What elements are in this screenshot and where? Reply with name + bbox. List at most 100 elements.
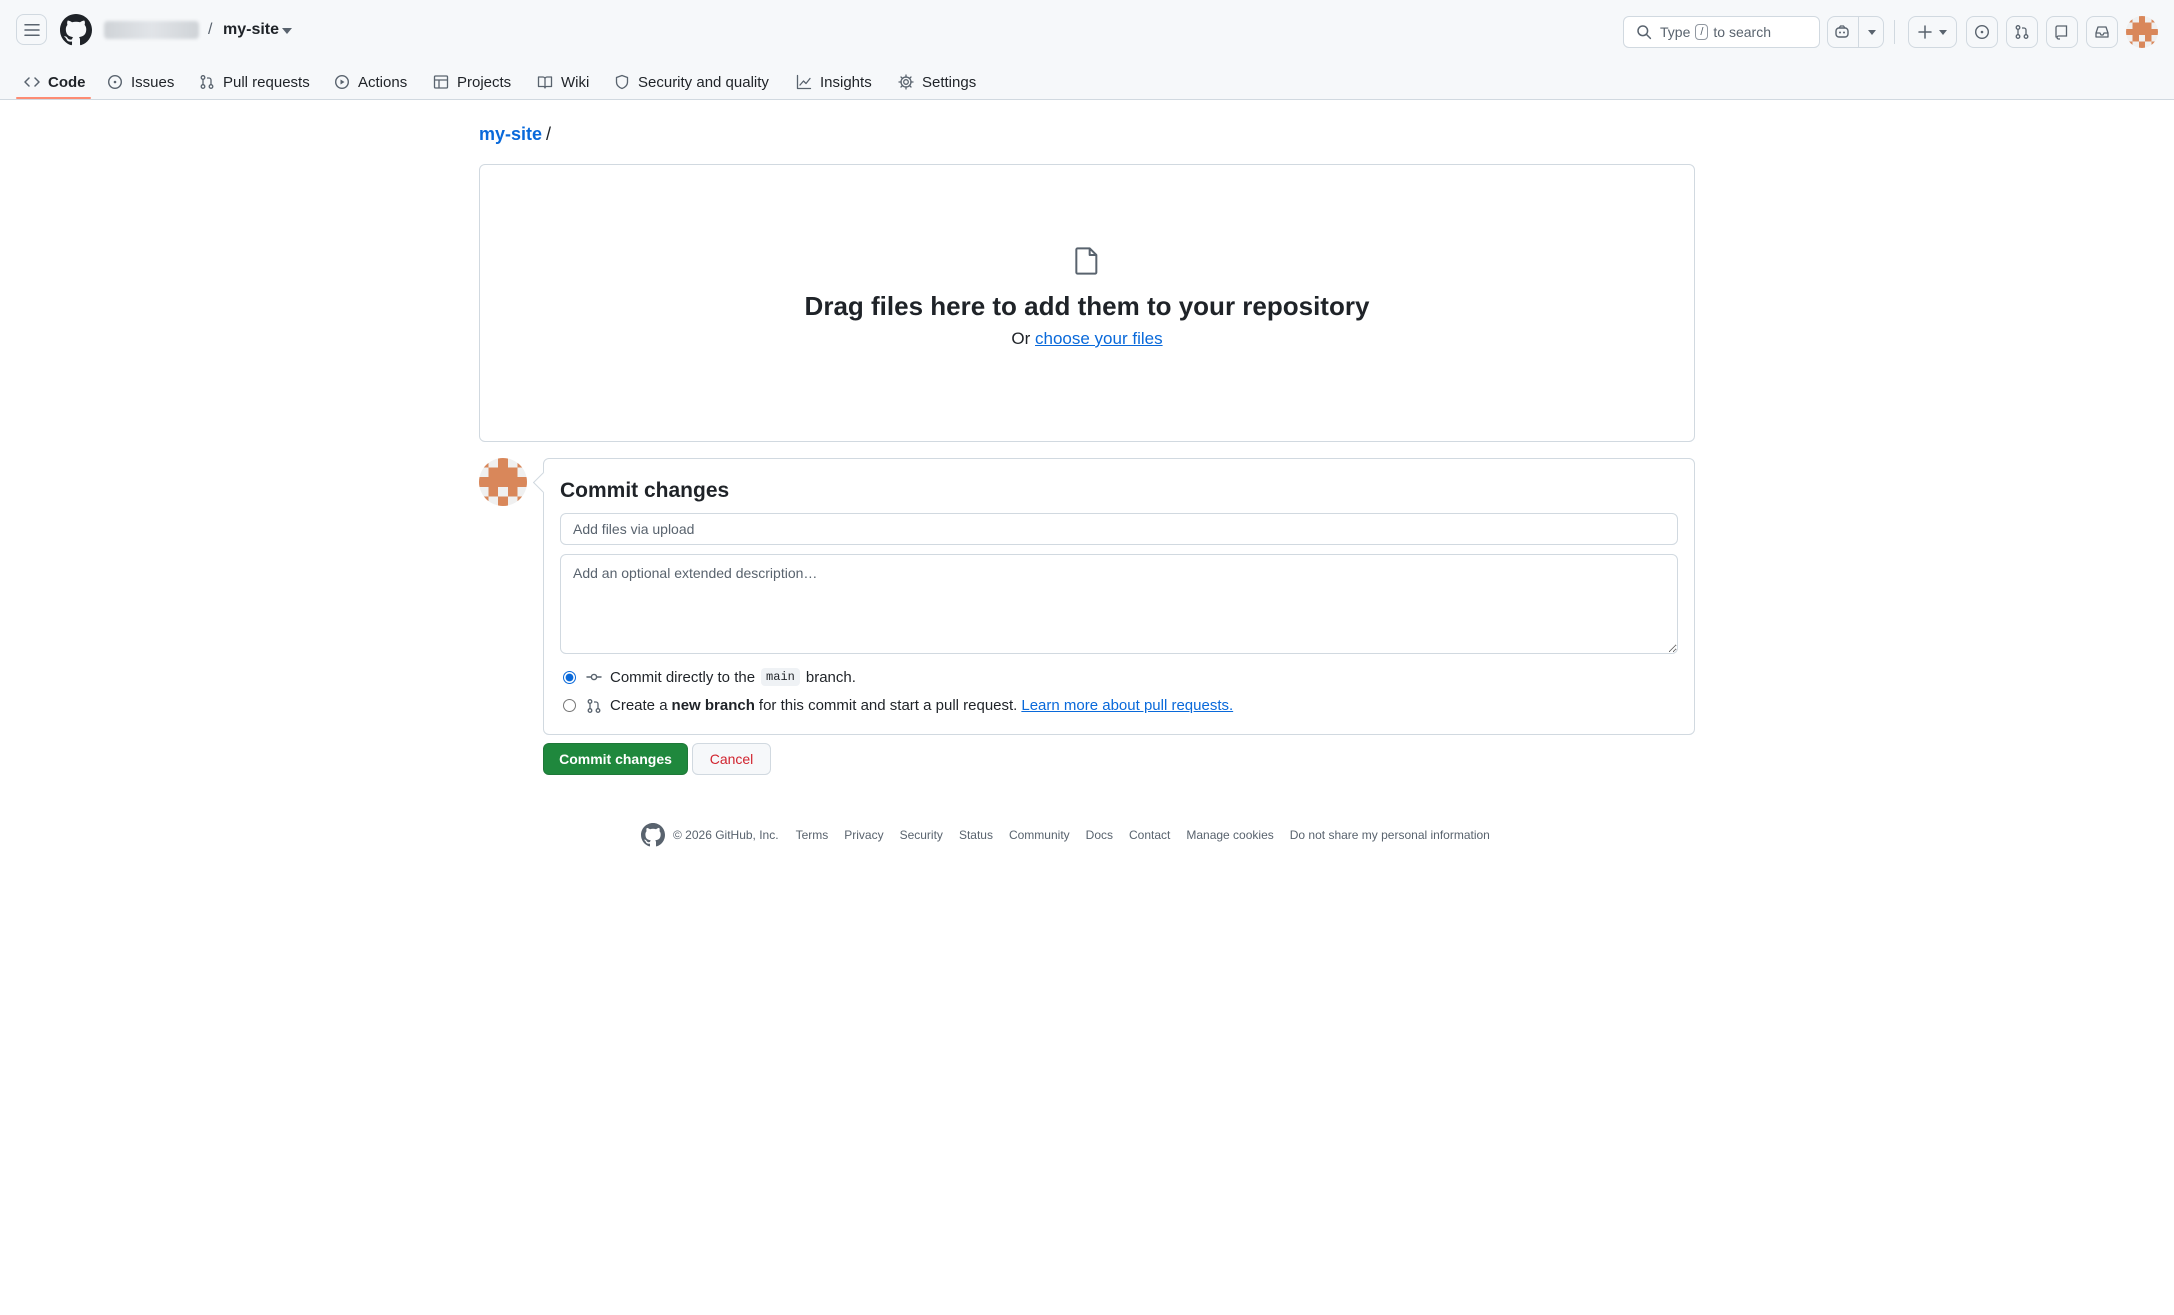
- commit-new-branch-radio[interactable]: [563, 699, 576, 712]
- commit-description-textarea[interactable]: [560, 554, 1678, 654]
- footer-link-docs[interactable]: Docs: [1086, 828, 1113, 842]
- footer-link-contact[interactable]: Contact: [1129, 828, 1170, 842]
- header-divider: [1894, 20, 1895, 44]
- owner-name-redacted[interactable]: [104, 21, 199, 39]
- git-pull-request-icon: [587, 698, 601, 713]
- triangle-down-icon[interactable]: [282, 28, 292, 34]
- your-repositories-button[interactable]: [2046, 16, 2078, 48]
- git-commit-icon: [586, 673, 602, 681]
- tab-actions[interactable]: Actions: [334, 64, 407, 100]
- commit-message-input[interactable]: [560, 513, 1678, 545]
- choose-files-link[interactable]: choose your files: [1035, 329, 1163, 348]
- commit-direct-prefix: Commit directly to the: [610, 668, 756, 686]
- footer-link-manage-cookies[interactable]: Manage cookies: [1186, 828, 1273, 842]
- triangle-down-icon: [1868, 30, 1876, 35]
- header-top-row: / my-site Type / to search: [0, 0, 2174, 64]
- issue-opened-icon: [107, 74, 123, 90]
- code-icon: [24, 77, 40, 87]
- github-logo-icon[interactable]: [641, 823, 665, 847]
- footer-link-security[interactable]: Security: [900, 828, 943, 842]
- breadcrumb-repo-link[interactable]: my-site: [479, 124, 542, 144]
- footer-link-community[interactable]: Community: [1009, 828, 1070, 842]
- gear-icon: [898, 74, 914, 90]
- hamburger-icon: [23, 23, 40, 36]
- breadcrumb-separator: /: [546, 124, 552, 144]
- selected-tab-indicator: [16, 97, 91, 99]
- tab-label: Code: [48, 73, 86, 91]
- dropzone-title: Drag files here to add them to your repo…: [804, 291, 1370, 321]
- commit-direct-option[interactable]: Commit directly to the main branch.: [563, 668, 856, 686]
- search-input[interactable]: Type / to search: [1623, 16, 1820, 48]
- tab-label: Insights: [820, 73, 872, 91]
- inbox-icon: [2095, 26, 2109, 38]
- plus-icon: [1917, 25, 1932, 39]
- tab-pull-requests[interactable]: Pull requests: [199, 64, 310, 100]
- triangle-down-icon: [1938, 30, 1947, 35]
- shield-icon: [615, 74, 629, 90]
- tab-label: Security and quality: [638, 73, 769, 91]
- footer-copyright: © 2026 GitHub, Inc.: [673, 828, 779, 842]
- new-branch-prefix: Create a: [610, 697, 668, 714]
- your-pull-requests-button[interactable]: [2006, 16, 2038, 48]
- identicon-avatar: [479, 458, 527, 506]
- notifications-button[interactable]: [2086, 16, 2118, 48]
- footer-link-terms[interactable]: Terms: [796, 828, 829, 842]
- tab-label: Pull requests: [223, 73, 310, 91]
- new-branch-suffix: for this commit and start a pull request…: [758, 697, 1018, 714]
- file-icon: [1075, 247, 1098, 275]
- issue-opened-icon: [1974, 24, 1990, 40]
- tab-label: Projects: [457, 73, 512, 91]
- play-icon: [334, 74, 350, 90]
- table-icon: [433, 75, 449, 89]
- commit-author-avatar: [479, 458, 527, 506]
- search-prefix: Type: [1660, 24, 1691, 40]
- menu-button[interactable]: [16, 14, 47, 45]
- dropzone-subtitle: Or choose your files: [480, 329, 1694, 349]
- tab-label: Issues: [131, 73, 175, 91]
- search-icon: [1637, 25, 1652, 40]
- tab-issues[interactable]: Issues: [107, 64, 174, 100]
- tab-settings[interactable]: Settings: [898, 64, 976, 100]
- commit-new-branch-option[interactable]: Create a new branch for this commit and …: [563, 697, 1233, 714]
- learn-more-pull-requests-link[interactable]: Learn more about pull requests.: [1021, 697, 1233, 714]
- file-dropzone[interactable]: Drag files here to add them to your repo…: [479, 164, 1695, 442]
- create-new-button[interactable]: [1908, 16, 1957, 48]
- branch-name: main: [761, 668, 800, 686]
- tab-insights[interactable]: Insights: [796, 64, 872, 100]
- footer-link-privacy[interactable]: Privacy: [844, 828, 883, 842]
- commit-form-title: Commit changes: [560, 479, 730, 502]
- tab-security-and-quality[interactable]: Security and quality: [614, 64, 769, 100]
- global-header: / my-site Type / to search Code Issues P…: [0, 0, 2174, 100]
- commit-direct-radio[interactable]: [563, 670, 576, 684]
- tab-code[interactable]: Code: [24, 64, 86, 100]
- your-issues-button[interactable]: [1966, 16, 1998, 48]
- copilot-button[interactable]: [1827, 16, 1884, 48]
- identicon-avatar: [2126, 16, 2158, 48]
- commit-form: Commit changes Commit directly to the ma…: [543, 458, 1695, 735]
- header-repo-name[interactable]: my-site: [223, 21, 279, 39]
- search-suffix: to search: [1713, 24, 1772, 40]
- tab-label: Wiki: [561, 73, 590, 91]
- repo-nav: Code Issues Pull requests Actions Projec…: [0, 64, 2174, 100]
- graph-icon: [796, 74, 812, 90]
- search-hotkey: /: [1695, 24, 1709, 40]
- git-pull-request-icon: [200, 75, 214, 89]
- book-icon: [537, 76, 553, 89]
- user-avatar[interactable]: [2126, 16, 2158, 48]
- tab-label: Actions: [358, 73, 408, 91]
- dropzone-sub-prefix: Or: [1011, 329, 1031, 348]
- footer-link-status[interactable]: Status: [959, 828, 993, 842]
- github-logo-icon[interactable]: [60, 14, 92, 46]
- footer-link-do-not-share[interactable]: Do not share my personal information: [1290, 828, 1490, 842]
- tab-projects[interactable]: Projects: [433, 64, 511, 100]
- tab-wiki[interactable]: Wiki: [537, 64, 589, 100]
- cancel-button[interactable]: Cancel: [692, 743, 771, 775]
- breadcrumb: my-site /: [479, 124, 551, 145]
- header-crumb-separator: /: [208, 21, 213, 38]
- tab-label: Settings: [922, 73, 977, 91]
- repo-icon: [2055, 25, 2068, 40]
- git-pull-request-icon: [2015, 25, 2029, 39]
- copilot-icon: [1835, 25, 1849, 38]
- site-footer: © 2026 GitHub, Inc. Terms Privacy Securi…: [641, 823, 1506, 847]
- commit-changes-button[interactable]: Commit changes: [543, 743, 688, 775]
